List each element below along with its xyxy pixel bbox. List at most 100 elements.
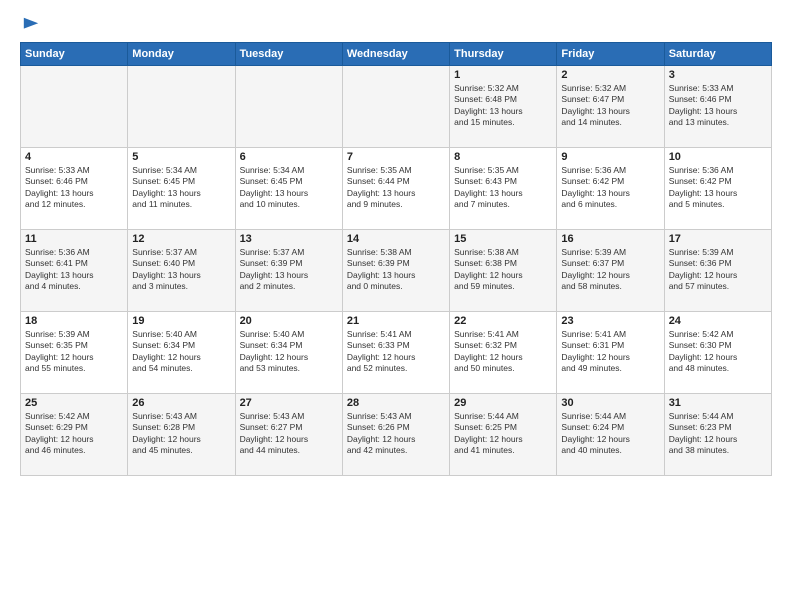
day-number: 17 <box>669 233 767 245</box>
day-number: 5 <box>132 151 230 163</box>
day-info: Sunrise: 5:34 AM Sunset: 6:45 PM Dayligh… <box>240 165 338 211</box>
calendar-cell: 10 Sunrise: 5:36 AM Sunset: 6:42 PM Dayli… <box>664 148 771 230</box>
day-number: 21 <box>347 315 445 327</box>
calendar-cell: 2 Sunrise: 5:32 AM Sunset: 6:47 PM Daylig… <box>557 66 664 148</box>
calendar-cell: 11 Sunrise: 5:36 AM Sunset: 6:41 PM Dayli… <box>21 230 128 312</box>
day-info: Sunrise: 5:43 AM Sunset: 6:26 PM Dayligh… <box>347 411 445 457</box>
calendar-cell: 18 Sunrise: 5:39 AM Sunset: 6:35 PM Dayli… <box>21 312 128 394</box>
day-number: 28 <box>347 397 445 409</box>
calendar-cell <box>235 66 342 148</box>
day-number: 20 <box>240 315 338 327</box>
calendar-cell: 13 Sunrise: 5:37 AM Sunset: 6:39 PM Dayli… <box>235 230 342 312</box>
week-row-4: 18 Sunrise: 5:39 AM Sunset: 6:35 PM Dayli… <box>21 312 772 394</box>
calendar-cell: 4 Sunrise: 5:33 AM Sunset: 6:46 PM Daylig… <box>21 148 128 230</box>
day-number: 23 <box>561 315 659 327</box>
day-number: 3 <box>669 69 767 81</box>
calendar-cell <box>128 66 235 148</box>
calendar-cell: 9 Sunrise: 5:36 AM Sunset: 6:42 PM Daylig… <box>557 148 664 230</box>
calendar-cell: 27Sunrise: 5:43 AM Sunset: 6:27 PM Dayli… <box>235 394 342 476</box>
day-info: Sunrise: 5:38 AM Sunset: 6:39 PM Dayligh… <box>347 247 445 293</box>
day-info: Sunrise: 5:36 AM Sunset: 6:42 PM Dayligh… <box>669 165 767 211</box>
calendar-cell: 25Sunrise: 5:42 AM Sunset: 6:29 PM Dayli… <box>21 394 128 476</box>
day-info: Sunrise: 5:32 AM Sunset: 6:47 PM Dayligh… <box>561 83 659 129</box>
day-number: 6 <box>240 151 338 163</box>
day-info: Sunrise: 5:37 AM Sunset: 6:39 PM Dayligh… <box>240 247 338 293</box>
page: SundayMondayTuesdayWednesdayThursdayFrid… <box>0 0 792 612</box>
calendar-cell: 16 Sunrise: 5:39 AM Sunset: 6:37 PM Dayli… <box>557 230 664 312</box>
day-number: 19 <box>132 315 230 327</box>
day-number: 10 <box>669 151 767 163</box>
calendar-cell: 15 Sunrise: 5:38 AM Sunset: 6:38 PM Dayli… <box>450 230 557 312</box>
day-info: Sunrise: 5:34 AM Sunset: 6:45 PM Dayligh… <box>132 165 230 211</box>
calendar-cell: 12 Sunrise: 5:37 AM Sunset: 6:40 PM Dayli… <box>128 230 235 312</box>
day-number: 14 <box>347 233 445 245</box>
calendar-cell <box>342 66 449 148</box>
day-number: 13 <box>240 233 338 245</box>
header <box>20 16 772 34</box>
day-info: Sunrise: 5:40 AM Sunset: 6:34 PM Dayligh… <box>132 329 230 375</box>
calendar-cell: 17Sunrise: 5:39 AM Sunset: 6:36 PM Dayli… <box>664 230 771 312</box>
calendar-cell: 1 Sunrise: 5:32 AM Sunset: 6:48 PM Daylig… <box>450 66 557 148</box>
day-number: 22 <box>454 315 552 327</box>
day-info: Sunrise: 5:35 AM Sunset: 6:44 PM Dayligh… <box>347 165 445 211</box>
calendar-cell: 22Sunrise: 5:41 AM Sunset: 6:32 PM Dayli… <box>450 312 557 394</box>
day-number: 27 <box>240 397 338 409</box>
calendar-cell: 5 Sunrise: 5:34 AM Sunset: 6:45 PM Daylig… <box>128 148 235 230</box>
day-number: 12 <box>132 233 230 245</box>
header-saturday: Saturday <box>664 43 771 66</box>
calendar-cell: 30Sunrise: 5:44 AM Sunset: 6:24 PM Dayli… <box>557 394 664 476</box>
day-info: Sunrise: 5:33 AM Sunset: 6:46 PM Dayligh… <box>669 83 767 129</box>
day-info: Sunrise: 5:41 AM Sunset: 6:33 PM Dayligh… <box>347 329 445 375</box>
day-number: 4 <box>25 151 123 163</box>
day-info: Sunrise: 5:36 AM Sunset: 6:41 PM Dayligh… <box>25 247 123 293</box>
day-number: 2 <box>561 69 659 81</box>
calendar-cell <box>21 66 128 148</box>
day-number: 8 <box>454 151 552 163</box>
calendar-cell: 6 Sunrise: 5:34 AM Sunset: 6:45 PM Daylig… <box>235 148 342 230</box>
calendar-cell: 29Sunrise: 5:44 AM Sunset: 6:25 PM Dayli… <box>450 394 557 476</box>
logo-text <box>20 16 40 34</box>
header-friday: Friday <box>557 43 664 66</box>
calendar-cell: 14 Sunrise: 5:38 AM Sunset: 6:39 PM Dayli… <box>342 230 449 312</box>
calendar-cell: 8 Sunrise: 5:35 AM Sunset: 6:43 PM Daylig… <box>450 148 557 230</box>
header-wednesday: Wednesday <box>342 43 449 66</box>
day-info: Sunrise: 5:33 AM Sunset: 6:46 PM Dayligh… <box>25 165 123 211</box>
day-number: 31 <box>669 397 767 409</box>
day-number: 15 <box>454 233 552 245</box>
day-info: Sunrise: 5:37 AM Sunset: 6:40 PM Dayligh… <box>132 247 230 293</box>
day-number: 24 <box>669 315 767 327</box>
day-number: 11 <box>25 233 123 245</box>
calendar-cell: 20 Sunrise: 5:40 AM Sunset: 6:34 PM Dayli… <box>235 312 342 394</box>
day-number: 30 <box>561 397 659 409</box>
day-info: Sunrise: 5:44 AM Sunset: 6:23 PM Dayligh… <box>669 411 767 457</box>
calendar-cell: 24Sunrise: 5:42 AM Sunset: 6:30 PM Dayli… <box>664 312 771 394</box>
header-monday: Monday <box>128 43 235 66</box>
day-info: Sunrise: 5:32 AM Sunset: 6:48 PM Dayligh… <box>454 83 552 129</box>
logo <box>20 16 40 34</box>
day-number: 9 <box>561 151 659 163</box>
calendar-cell: 3 Sunrise: 5:33 AM Sunset: 6:46 PM Daylig… <box>664 66 771 148</box>
day-info: Sunrise: 5:39 AM Sunset: 6:35 PM Dayligh… <box>25 329 123 375</box>
day-number: 26 <box>132 397 230 409</box>
day-number: 7 <box>347 151 445 163</box>
day-info: Sunrise: 5:43 AM Sunset: 6:28 PM Dayligh… <box>132 411 230 457</box>
calendar-cell: 26 Sunrise: 5:43 AM Sunset: 6:28 PM Dayli… <box>128 394 235 476</box>
header-thursday: Thursday <box>450 43 557 66</box>
header-tuesday: Tuesday <box>235 43 342 66</box>
week-row-2: 4 Sunrise: 5:33 AM Sunset: 6:46 PM Daylig… <box>21 148 772 230</box>
day-info: Sunrise: 5:35 AM Sunset: 6:43 PM Dayligh… <box>454 165 552 211</box>
day-number: 25 <box>25 397 123 409</box>
day-info: Sunrise: 5:39 AM Sunset: 6:37 PM Dayligh… <box>561 247 659 293</box>
day-number: 29 <box>454 397 552 409</box>
day-info: Sunrise: 5:38 AM Sunset: 6:38 PM Dayligh… <box>454 247 552 293</box>
day-number: 18 <box>25 315 123 327</box>
day-number: 16 <box>561 233 659 245</box>
week-row-5: 25Sunrise: 5:42 AM Sunset: 6:29 PM Dayli… <box>21 394 772 476</box>
day-info: Sunrise: 5:40 AM Sunset: 6:34 PM Dayligh… <box>240 329 338 375</box>
calendar-header: SundayMondayTuesdayWednesdayThursdayFrid… <box>21 43 772 66</box>
day-info: Sunrise: 5:36 AM Sunset: 6:42 PM Dayligh… <box>561 165 659 211</box>
calendar-cell: 7 Sunrise: 5:35 AM Sunset: 6:44 PM Daylig… <box>342 148 449 230</box>
calendar-cell: 28 Sunrise: 5:43 AM Sunset: 6:26 PM Dayli… <box>342 394 449 476</box>
day-number: 1 <box>454 69 552 81</box>
header-sunday: Sunday <box>21 43 128 66</box>
